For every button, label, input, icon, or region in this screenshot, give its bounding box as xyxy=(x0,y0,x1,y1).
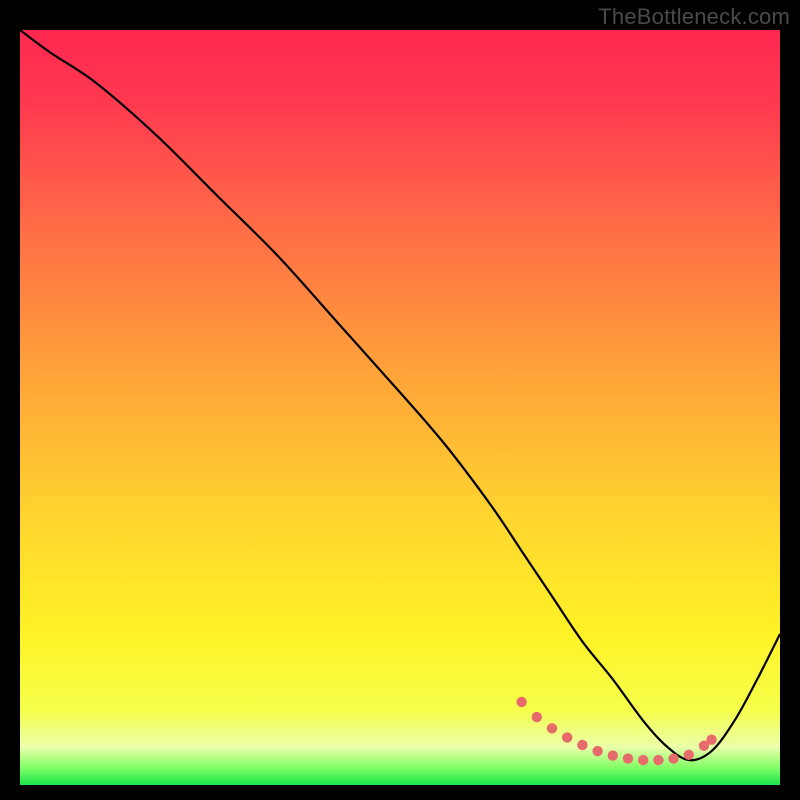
highlight-dot xyxy=(623,753,633,763)
highlight-dot xyxy=(592,746,602,756)
highlight-dot xyxy=(668,753,678,763)
highlight-dot xyxy=(562,732,572,742)
highlight-dot xyxy=(653,755,663,765)
highlight-dot xyxy=(532,712,542,722)
highlight-dot xyxy=(516,697,526,707)
highlight-dot xyxy=(547,723,557,733)
bottleneck-plot xyxy=(0,0,800,800)
gradient-background xyxy=(20,30,780,785)
chart-canvas: TheBottleneck.com xyxy=(0,0,800,800)
highlight-dot xyxy=(684,750,694,760)
highlight-dot xyxy=(608,750,618,760)
highlight-dot xyxy=(638,755,648,765)
highlight-dot xyxy=(577,740,587,750)
highlight-dot xyxy=(706,735,716,745)
